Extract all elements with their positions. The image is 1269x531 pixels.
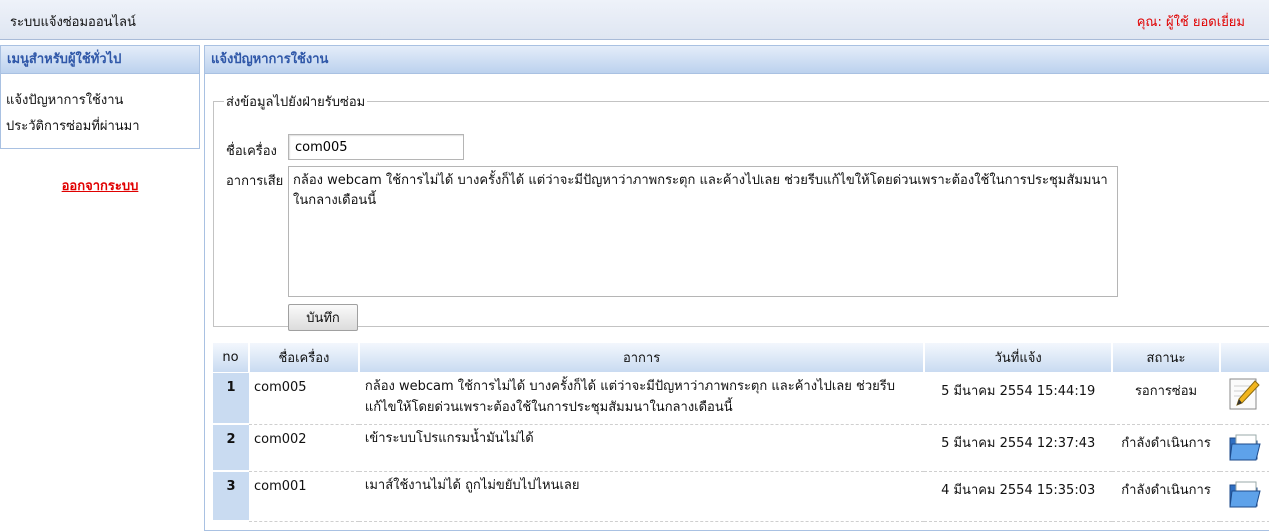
sidebar: เมนูสำหรับผู้ใช้ทั่วไป แจ้งปัญหาการใช้งา… [0,45,200,149]
row-host: com005 [248,372,359,425]
table-row: 3 com001 เมาส์ใช้งานไม่ได้ ถูกไม่ขยับไปไ… [213,471,1269,522]
row-number: 1 [213,372,249,425]
row-symptom: เข้าระบบโปรแกรมน้ำมันไม่ได้ [358,424,925,472]
logout-link[interactable]: ออกจากระบบ [0,175,200,196]
repair-request-form: ส่งข้อมูลไปยังฝ่ายรับซ่อม ชื่อเครื่อง อา… [213,91,1269,331]
host-name-label: ชื่อเครื่อง [226,144,277,159]
row-symptom: เมาส์ใช้งานไม่ได้ ถูกไม่ขยับไปไหนเลย [358,471,925,522]
form-legend: ส่งข้อมูลไปยังฝ่ายรับซ่อม [226,95,366,110]
open-folder-icon[interactable] [1228,476,1262,510]
repair-table: no ชื่อเครื่อง อาการ วันที่แจ้ง สถานะ 1 … [213,343,1269,522]
table-row: 1 com005 กล้อง webcam ใช้การไม่ได้ บางคร… [213,372,1269,425]
current-user-label: คุณ: ผู้ใช้ ยอดเยี่ยม [1136,15,1245,30]
sidebar-title: เมนูสำหรับผู้ใช้ทั่วไป [1,46,199,74]
app-title: ระบบแจ้งซ่อมออนไลน์ [10,15,136,30]
symptom-label: อาการเสีย [226,174,284,189]
symptom-textarea[interactable]: กล้อง webcam ใช้การไม่ได้ บางครั้งก็ได้ … [288,166,1118,297]
top-bar: ระบบแจ้งซ่อมออนไลน์ คุณ: ผู้ใช้ ยอดเยี่ย… [0,0,1269,40]
row-number: 3 [213,471,249,522]
column-header-date: วันที่แจ้ง [924,343,1114,373]
host-name-input[interactable] [288,134,464,160]
column-header-symptom: อาการ [358,343,926,373]
row-host: com001 [248,471,359,522]
save-button[interactable]: บันทึก [288,304,358,331]
row-status: กำลังดำเนินการ [1112,471,1220,522]
column-header-action [1219,343,1269,373]
column-header-no: no [213,343,250,373]
table-row: 2 com002 เข้าระบบโปรแกรมน้ำมันไม่ได้ 5 ม… [213,424,1269,472]
column-header-host: ชื่อเครื่อง [248,343,360,373]
column-header-status: สถานะ [1112,343,1221,373]
sidebar-item-report-problem[interactable]: แจ้งปัญหาการใช้งาน [1,88,199,114]
edit-pencil-icon[interactable] [1228,377,1262,411]
row-date: 4 มีนาคม 2554 15:35:03 [924,471,1113,522]
sidebar-menu: แจ้งปัญหาการใช้งาน ประวัติการซ่อมที่ผ่าน… [1,74,199,140]
page-title: แจ้งปัญหาการใช้งาน [205,46,1269,74]
table-header-row: no ชื่อเครื่อง อาการ วันที่แจ้ง สถานะ [213,343,1269,373]
row-number: 2 [213,424,249,472]
row-symptom: กล้อง webcam ใช้การไม่ได้ บางครั้งก็ได้ … [358,372,925,425]
row-host: com002 [248,424,359,472]
row-date: 5 มีนาคม 2554 15:44:19 [924,372,1113,425]
row-date: 5 มีนาคม 2554 12:37:43 [924,424,1113,472]
main-panel: แจ้งปัญหาการใช้งาน ส่งข้อมูลไปยังฝ่ายรับ… [204,45,1269,531]
row-status: กำลังดำเนินการ [1112,424,1220,472]
row-status: รอการซ่อม [1112,372,1220,425]
open-folder-icon[interactable] [1228,429,1262,463]
sidebar-item-repair-history[interactable]: ประวัติการซ่อมที่ผ่านมา [1,114,199,140]
